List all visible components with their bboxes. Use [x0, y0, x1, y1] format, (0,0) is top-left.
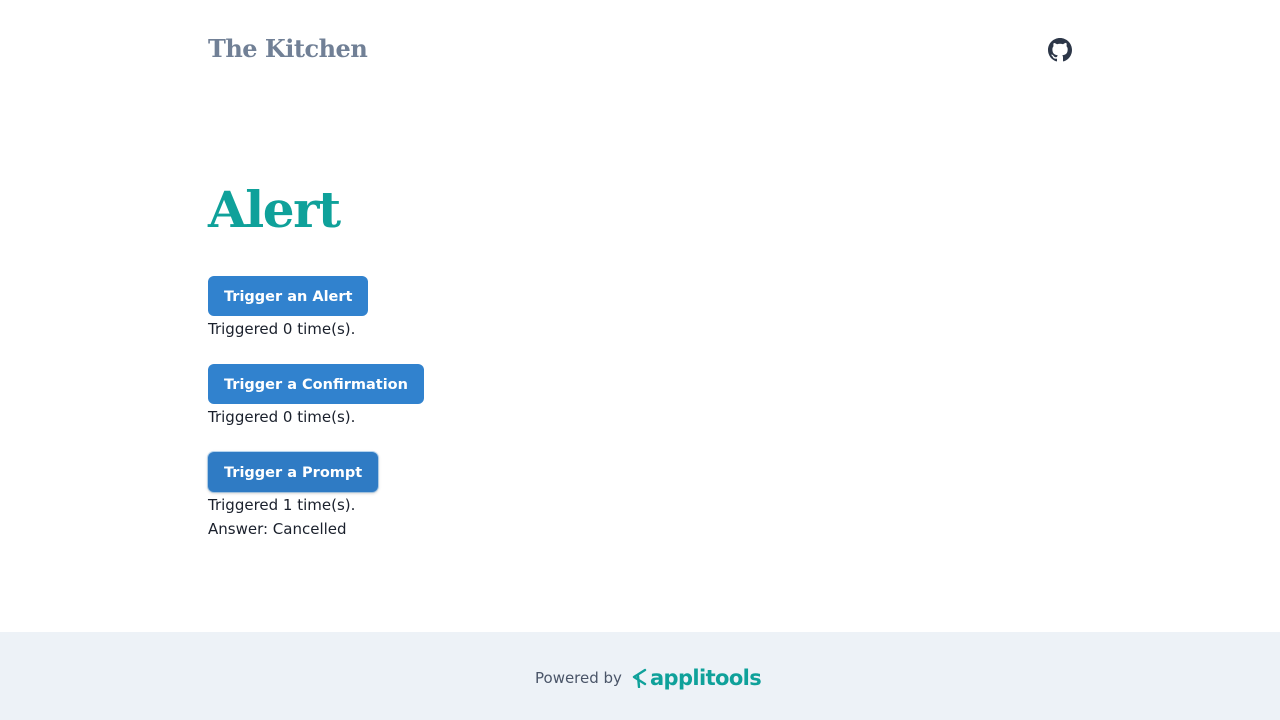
github-icon	[1048, 38, 1072, 62]
site-brand-link[interactable]: The Kitchen	[208, 34, 368, 63]
confirmation-section: Trigger a Confirmation Triggered 0 time(…	[208, 364, 424, 429]
powered-by-text: Powered by	[535, 669, 622, 687]
prompt-answer-text: Answer: Cancelled	[208, 520, 347, 538]
trigger-alert-button[interactable]: Trigger an Alert	[208, 276, 369, 316]
alert-section: Trigger an Alert Triggered 0 time(s).	[208, 276, 369, 341]
site-header: The Kitchen	[208, 0, 1072, 100]
site-footer: Powered by applitools	[0, 632, 1280, 720]
alert-count-text: Triggered 0 time(s).	[208, 320, 356, 338]
applitools-logo-text: applitools	[649, 666, 762, 690]
page: The Kitchen Alert Trigger an Alert Trigg…	[0, 0, 1280, 720]
page-title: Alert	[208, 180, 341, 239]
powered-by-row: Powered by applitools	[535, 666, 762, 690]
confirmation-count-text: Triggered 0 time(s).	[208, 408, 356, 426]
applitools-logo-icon	[632, 668, 647, 688]
main-content: Alert Trigger an Alert Triggered 0 time(…	[208, 180, 1072, 538]
applitools-logo-link[interactable]: applitools	[630, 666, 762, 690]
trigger-confirmation-button[interactable]: Trigger a Confirmation	[208, 364, 424, 404]
prompt-section: Trigger a Prompt Triggered 1 time(s). An…	[208, 452, 379, 541]
github-link[interactable]	[1048, 38, 1072, 62]
trigger-prompt-button[interactable]: Trigger a Prompt	[208, 452, 379, 492]
prompt-count-text: Triggered 1 time(s).	[208, 496, 356, 514]
